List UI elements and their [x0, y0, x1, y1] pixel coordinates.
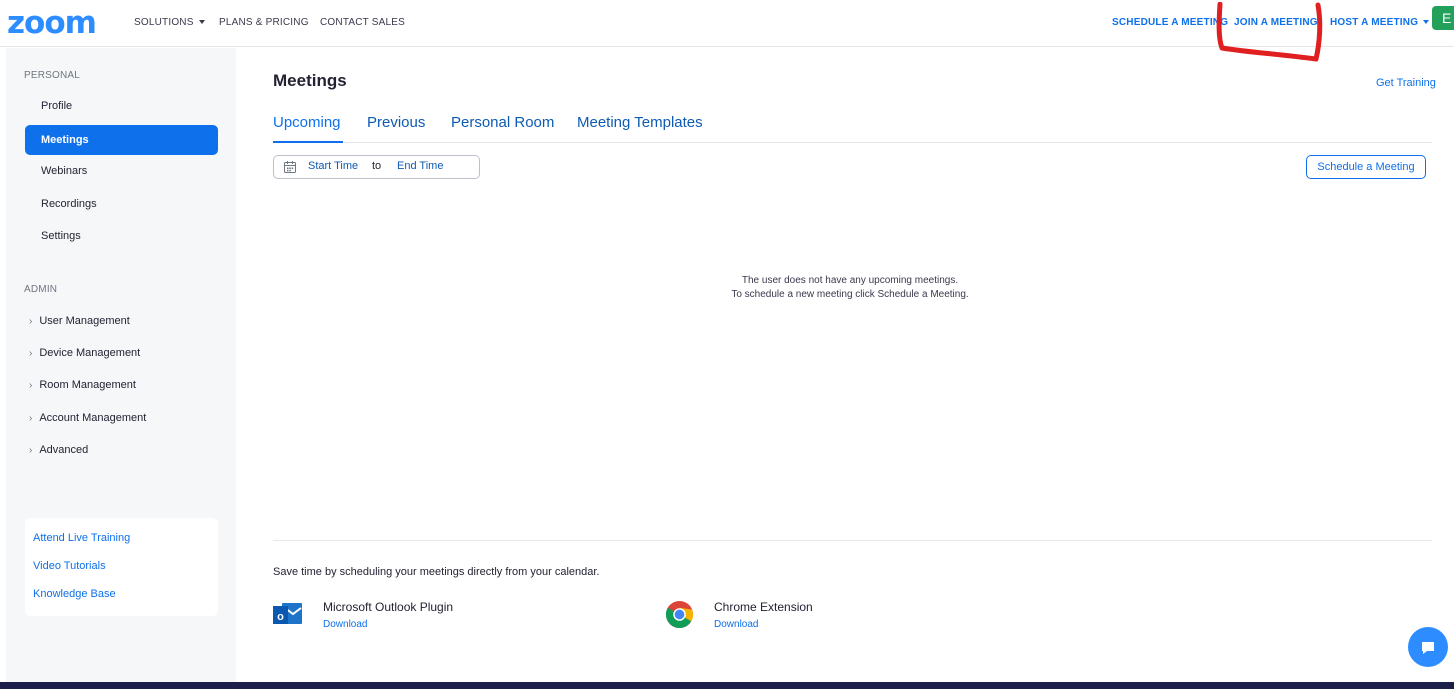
- chevron-right-icon: ›: [29, 445, 33, 456]
- chrome-icon[interactable]: [665, 600, 694, 629]
- sidebar-heading-personal: PERSONAL: [24, 70, 81, 81]
- nav-solutions[interactable]: SOLUTIONS: [134, 17, 205, 28]
- chrome-extension-name: Chrome Extension: [714, 600, 813, 614]
- active-tab-indicator: [273, 141, 343, 143]
- empty-state-message: The user does not have any upcoming meet…: [640, 274, 1060, 302]
- chevron-right-icon: ›: [29, 348, 33, 359]
- help-link-attend-live-training[interactable]: Attend Live Training: [33, 532, 130, 544]
- sidebar-item-label: Account Management: [39, 412, 147, 424]
- sidebar: PERSONAL Profile Meetings Webinars Recor…: [6, 48, 236, 682]
- sidebar-item-label: Device Management: [39, 347, 141, 359]
- bottom-bar: [0, 682, 1454, 689]
- section-divider: [273, 540, 1432, 541]
- caret-down-icon: [198, 20, 205, 25]
- sidebar-item-settings[interactable]: Settings: [41, 226, 81, 246]
- nav-contact-sales[interactable]: CONTACT SALES: [320, 17, 405, 28]
- chat-support-button[interactable]: [1408, 627, 1448, 667]
- zoom-logo[interactable]: zoom: [7, 6, 97, 40]
- sidebar-item-profile[interactable]: Profile: [41, 96, 72, 116]
- schedule-meeting-button[interactable]: Schedule a Meeting: [1306, 155, 1426, 179]
- help-link-knowledge-base[interactable]: Knowledge Base: [33, 588, 116, 600]
- sidebar-item-account-management[interactable]: › Account Management: [29, 408, 146, 428]
- sidebar-heading-admin: ADMIN: [24, 284, 58, 295]
- top-navigation: zoom SOLUTIONS PLANS & PRICING CONTACT S…: [0, 0, 1454, 47]
- nav-host-meeting[interactable]: HOST A MEETING: [1330, 17, 1430, 28]
- sidebar-item-label: Room Management: [39, 379, 136, 391]
- chevron-right-icon: ›: [29, 413, 33, 424]
- nav-join-meeting[interactable]: JOIN A MEETING: [1234, 17, 1318, 28]
- sidebar-item-room-management[interactable]: › Room Management: [29, 375, 136, 395]
- calendar-icon: [284, 161, 296, 173]
- help-link-video-tutorials[interactable]: Video Tutorials: [33, 560, 106, 572]
- sidebar-item-recordings[interactable]: Recordings: [41, 194, 97, 214]
- date-range-separator: to: [372, 160, 382, 172]
- nav-host-meeting-label: HOST A MEETING: [1330, 17, 1419, 28]
- outlook-icon[interactable]: o: [273, 600, 303, 628]
- tab-personal-room[interactable]: Personal Room: [451, 114, 554, 131]
- tab-previous[interactable]: Previous: [367, 114, 425, 131]
- tab-upcoming[interactable]: Upcoming: [273, 114, 341, 131]
- nav-plans-pricing[interactable]: PLANS & PRICING: [219, 17, 309, 28]
- outlook-plugin-name: Microsoft Outlook Plugin: [323, 600, 454, 614]
- user-avatar[interactable]: E: [1432, 6, 1454, 30]
- tabs-divider: [273, 142, 1432, 143]
- outlook-download-link[interactable]: Download: [323, 619, 367, 630]
- chat-icon: [1422, 642, 1434, 654]
- nav-solutions-label: SOLUTIONS: [134, 17, 194, 28]
- sidebar-item-label: User Management: [39, 315, 130, 327]
- chevron-right-icon: ›: [29, 380, 33, 391]
- start-time-field[interactable]: Start Time: [308, 160, 358, 172]
- chevron-right-icon: ›: [29, 316, 33, 327]
- caret-down-icon: [1423, 20, 1430, 25]
- svg-text:o: o: [277, 611, 284, 623]
- nav-schedule-meeting[interactable]: SCHEDULE A MEETING: [1112, 17, 1228, 28]
- sidebar-item-webinars[interactable]: Webinars: [41, 161, 87, 181]
- empty-state-line-2: To schedule a new meeting click Schedule…: [731, 289, 969, 300]
- sidebar-item-label: Advanced: [39, 444, 89, 456]
- date-range-picker[interactable]: Start Time to End Time: [273, 155, 480, 179]
- help-links-panel: Attend Live Training Video Tutorials Kno…: [25, 518, 218, 616]
- calendar-promo-text: Save time by scheduling your meetings di…: [273, 566, 600, 578]
- get-training-link[interactable]: Get Training: [1376, 77, 1436, 89]
- empty-state-line-1: The user does not have any upcoming meet…: [741, 275, 959, 286]
- sidebar-item-advanced[interactable]: › Advanced: [29, 440, 88, 460]
- sidebar-item-user-management[interactable]: › User Management: [29, 311, 130, 331]
- page-title: Meetings: [273, 71, 347, 90]
- end-time-field[interactable]: End Time: [397, 160, 443, 172]
- chrome-download-link[interactable]: Download: [714, 619, 758, 630]
- tab-meeting-templates[interactable]: Meeting Templates: [577, 114, 703, 131]
- sidebar-item-device-management[interactable]: › Device Management: [29, 343, 140, 363]
- sidebar-item-meetings[interactable]: Meetings: [25, 125, 218, 155]
